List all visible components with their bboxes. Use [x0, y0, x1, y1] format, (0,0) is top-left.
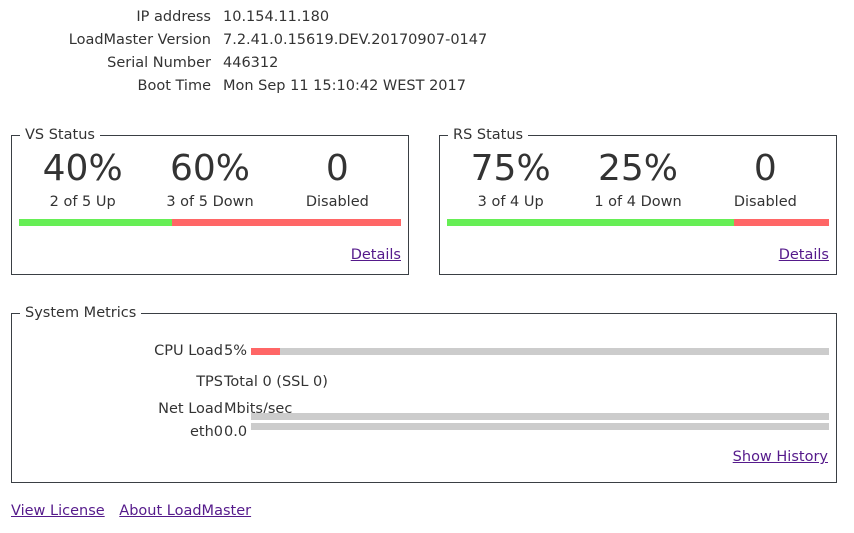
ip-address-label: IP address: [136, 9, 211, 25]
rs-up-percent: 75%: [470, 148, 551, 189]
cpu-load-row: CPU Load 5%: [12, 341, 836, 361]
cpu-load-fill: [251, 348, 280, 355]
vs-up-label: 2 of 5 Up: [49, 194, 116, 210]
eth0-meter-out: [251, 423, 829, 430]
cpu-load-meter: [251, 348, 829, 355]
rs-disabled-count: 0: [753, 148, 777, 189]
vs-down-percent: 60%: [169, 148, 250, 189]
boot-time-value: Mon Sep 11 15:10:42 WEST 2017: [223, 78, 466, 94]
rs-down-segment: [733, 219, 829, 226]
vs-up-percent: 40%: [42, 148, 123, 189]
ip-address-value: 10.154.11.180: [223, 9, 330, 25]
eth0-value: 0.0: [224, 424, 248, 440]
cpu-load-label: CPU Load: [154, 343, 223, 359]
rs-details-link[interactable]: Details: [779, 247, 829, 263]
rs-disabled-stat: 0 Disabled: [702, 143, 829, 211]
vs-disabled-count: 0: [325, 148, 349, 189]
info-row-version: LoadMaster Version 7.2.41.0.15619.DEV.20…: [0, 29, 600, 52]
footer-links: View License About LoadMaster: [11, 501, 261, 521]
rs-status-bar: [447, 219, 829, 226]
view-license-link[interactable]: View License: [11, 503, 105, 519]
rs-down-stat: 25% 1 of 4 Down: [574, 143, 701, 211]
vs-status-bar: [19, 219, 401, 226]
tps-value: Total 0 (SSL 0): [224, 374, 328, 390]
rs-status-title: RS Status: [453, 127, 524, 143]
info-row-boot: Boot Time Mon Sep 11 15:10:42 WEST 2017: [0, 75, 600, 98]
rs-status-content: 75% 3 of 4 Up 25% 1 of 4 Down 0 Disabled…: [447, 143, 829, 263]
rs-status-panel: RS Status 75% 3 of 4 Up 25% 1 of 4 Down …: [439, 127, 837, 275]
eth0-label: eth0: [189, 424, 223, 440]
vs-down-stat: 60% 3 of 5 Down: [146, 143, 273, 211]
net-load-label: Net Load: [158, 401, 223, 417]
vs-disabled-label: Disabled: [305, 194, 369, 210]
serial-value: 446312: [223, 55, 279, 71]
info-row-ip: IP address 10.154.11.180: [0, 6, 600, 29]
rs-down-percent: 25%: [597, 148, 678, 189]
vs-disabled-stat: 0 Disabled: [274, 143, 401, 211]
vs-up-segment: [19, 219, 172, 226]
vs-status-content: 40% 2 of 5 Up 60% 3 of 5 Down 0 Disabled…: [19, 143, 401, 263]
version-label: LoadMaster Version: [68, 32, 211, 48]
vs-up-stat: 40% 2 of 5 Up: [19, 143, 146, 211]
vs-status-panel: VS Status 40% 2 of 5 Up 60% 3 of 5 Down …: [11, 127, 409, 275]
system-metrics-title: System Metrics: [25, 305, 137, 321]
rs-up-segment: [447, 219, 734, 226]
eth0-meter-in: [251, 413, 829, 420]
vs-status-title: VS Status: [25, 127, 95, 143]
rs-disabled-label: Disabled: [733, 194, 797, 210]
device-info: IP address 10.154.11.180 LoadMaster Vers…: [0, 6, 600, 98]
tps-row: TPS Total 0 (SSL 0): [12, 372, 836, 392]
info-row-serial: Serial Number 446312: [0, 52, 600, 75]
eth0-row: eth0 0.0: [12, 413, 836, 442]
rs-up-label: 3 of 4 Up: [477, 194, 544, 210]
vs-down-segment: [171, 219, 401, 226]
rs-down-label: 1 of 4 Down: [594, 194, 682, 210]
system-metrics-content: CPU Load 5% TPS Total 0 (SSL 0) Net Load…: [12, 321, 836, 481]
cpu-load-value: 5%: [224, 343, 248, 359]
version-value: 7.2.41.0.15619.DEV.20170907-0147: [223, 32, 488, 48]
boot-time-label: Boot Time: [137, 78, 211, 94]
vs-details-link[interactable]: Details: [351, 247, 401, 263]
show-history-link[interactable]: Show History: [733, 447, 828, 467]
vs-down-label: 3 of 5 Down: [166, 194, 254, 210]
about-loadmaster-link[interactable]: About LoadMaster: [119, 503, 251, 519]
serial-label: Serial Number: [107, 55, 211, 71]
tps-label: TPS: [196, 374, 223, 390]
rs-up-stat: 75% 3 of 4 Up: [447, 143, 574, 211]
system-metrics-panel: System Metrics CPU Load 5% TPS Total 0 (…: [11, 305, 837, 483]
